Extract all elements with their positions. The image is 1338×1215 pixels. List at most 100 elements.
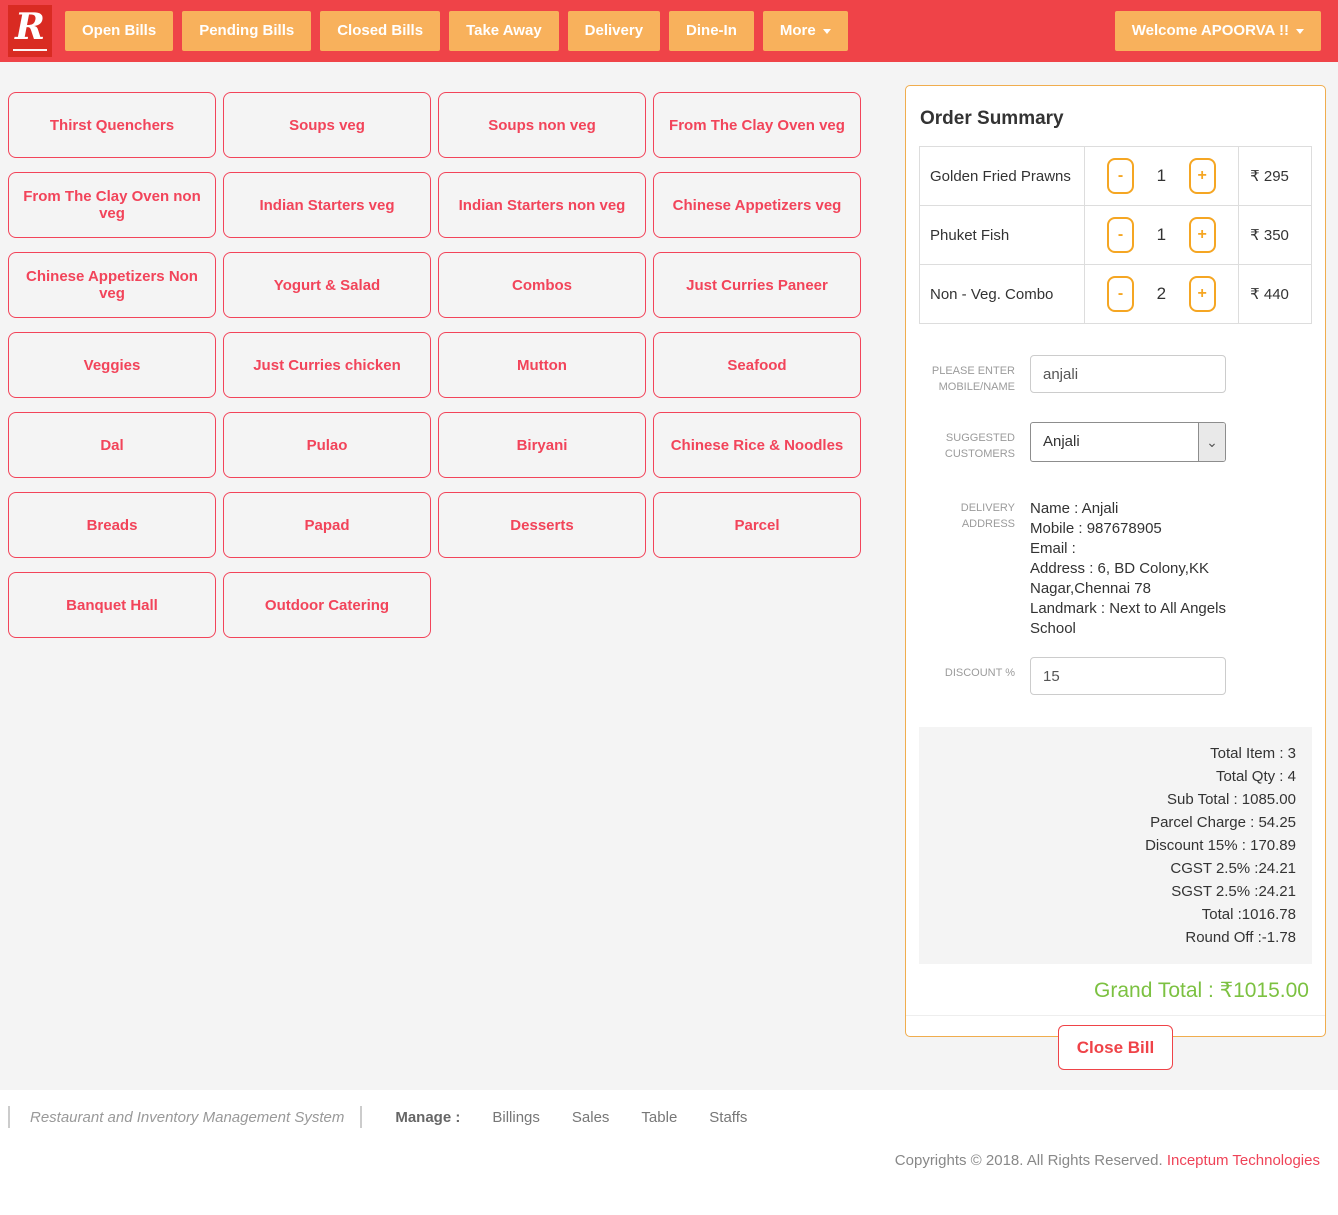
close-bill-button[interactable]: Close Bill xyxy=(1058,1025,1173,1070)
rupee-icon: ₹ xyxy=(1250,286,1260,303)
category-yogurt-salad[interactable]: Yogurt & Salad xyxy=(223,252,431,318)
category-indian-starters-veg[interactable]: Indian Starters veg xyxy=(223,172,431,238)
address-email-line: Email : xyxy=(1030,539,1230,559)
qty-increment-button[interactable]: + xyxy=(1189,276,1216,312)
total-item-line: Total Item : 3 xyxy=(935,742,1296,765)
order-summary-panel: Order Summary Golden Fried Prawns - 1 + … xyxy=(905,85,1326,1037)
item-name: Golden Fried Prawns xyxy=(920,147,1085,206)
item-price: ₹ 350 xyxy=(1239,206,1312,265)
category-chinese-appetizers-non-veg[interactable]: Chinese Appetizers Non veg xyxy=(8,252,216,318)
discount-percent-label: DISCOUNT % xyxy=(920,657,1015,681)
category-just-curries-paneer[interactable]: Just Curries Paneer xyxy=(653,252,861,318)
qty-decrement-button[interactable]: - xyxy=(1107,217,1134,253)
nav-closed-bills-button[interactable]: Closed Bills xyxy=(320,11,440,51)
footer-manage-label: Manage : xyxy=(395,1109,460,1126)
welcome-user-label: Welcome APOORVA !! xyxy=(1132,22,1289,39)
sub-total-line: Sub Total : 1085.00 xyxy=(935,788,1296,811)
chevron-down-icon: ⌄ xyxy=(1198,423,1225,461)
category-pulao[interactable]: Pulao xyxy=(223,412,431,478)
category-desserts[interactable]: Desserts xyxy=(438,492,646,558)
order-item-row: Golden Fried Prawns - 1 + ₹ 295 xyxy=(920,147,1312,206)
footer-brand-text: Restaurant and Inventory Management Syst… xyxy=(30,1109,344,1126)
delivery-address-label: DELIVERY ADDRESS xyxy=(920,492,1015,532)
category-soups-non-veg[interactable]: Soups non veg xyxy=(438,92,646,158)
category-banquet-hall[interactable]: Banquet Hall xyxy=(8,572,216,638)
cgst-line: CGST 2.5% :24.21 xyxy=(935,857,1296,880)
selected-customer-value: Anjali xyxy=(1031,423,1198,461)
caret-down-icon xyxy=(823,29,831,34)
category-mutton[interactable]: Mutton xyxy=(438,332,646,398)
item-price-value: 440 xyxy=(1264,286,1289,303)
order-summary-title: Order Summary xyxy=(906,100,1325,130)
order-form: PLEASE ENTER MOBILE/NAME SUGGESTED CUSTO… xyxy=(906,355,1325,695)
category-parcel[interactable]: Parcel xyxy=(653,492,861,558)
nav-dine-in-button[interactable]: Dine-In xyxy=(669,11,754,51)
footer-link-staffs[interactable]: Staffs xyxy=(709,1109,747,1126)
grand-total: Grand Total : ₹1015.00 xyxy=(906,964,1325,1015)
qty-decrement-button[interactable]: - xyxy=(1107,276,1134,312)
category-chinese-appetizers-veg[interactable]: Chinese Appetizers veg xyxy=(653,172,861,238)
category-grid: Thirst Quenchers Soups veg Soups non veg… xyxy=(8,92,862,638)
rupee-icon: ₹ xyxy=(1250,227,1260,244)
address-name-line: Name : Anjali xyxy=(1030,499,1230,519)
category-combos[interactable]: Combos xyxy=(438,252,646,318)
delivery-address-text: Name : Anjali Mobile : 987678905 Email :… xyxy=(1030,492,1230,639)
item-name: Non - Veg. Combo xyxy=(920,265,1085,324)
discount-percent-input[interactable] xyxy=(1030,657,1226,695)
order-items-table: Golden Fried Prawns - 1 + ₹ 295 Phuket F… xyxy=(919,146,1312,324)
suggested-customers-label: SUGGESTED CUSTOMERS xyxy=(920,422,1015,462)
footer-link-table[interactable]: Table xyxy=(641,1109,677,1126)
order-item-row: Non - Veg. Combo - 2 + ₹ 440 xyxy=(920,265,1312,324)
nav-open-bills-button[interactable]: Open Bills xyxy=(65,11,173,51)
nav-more-dropdown-button[interactable]: More xyxy=(763,11,848,51)
suggested-customers-select[interactable]: Anjali ⌄ xyxy=(1030,422,1226,462)
mobile-name-input[interactable] xyxy=(1030,355,1226,393)
category-thirst-quenchers[interactable]: Thirst Quenchers xyxy=(8,92,216,158)
qty-increment-button[interactable]: + xyxy=(1189,158,1216,194)
nav-pending-bills-button[interactable]: Pending Bills xyxy=(182,11,311,51)
grand-total-label: Grand Total : xyxy=(1094,979,1220,1002)
divider xyxy=(360,1106,362,1128)
order-item-row: Phuket Fish - 1 + ₹ 350 xyxy=(920,206,1312,265)
footer-link-sales[interactable]: Sales xyxy=(572,1109,610,1126)
nav-more-label: More xyxy=(780,22,816,39)
item-price: ₹ 440 xyxy=(1239,265,1312,324)
category-outdoor-catering[interactable]: Outdoor Catering xyxy=(223,572,431,638)
category-breads[interactable]: Breads xyxy=(8,492,216,558)
welcome-user-dropdown-button[interactable]: Welcome APOORVA !! xyxy=(1115,11,1321,51)
footer-link-billings[interactable]: Billings xyxy=(492,1109,540,1126)
nav-delivery-button[interactable]: Delivery xyxy=(568,11,660,51)
item-quantity: 1 xyxy=(1157,166,1166,186)
address-mobile-line: Mobile : 987678905 xyxy=(1030,519,1230,539)
logo-subtext-line xyxy=(13,49,47,51)
category-from-the-clay-oven-non-veg[interactable]: From The Clay Oven non veg xyxy=(8,172,216,238)
mobile-name-label: PLEASE ENTER MOBILE/NAME xyxy=(920,355,1015,395)
navbar: R Open Bills Pending Bills Closed Bills … xyxy=(0,0,1338,62)
category-soups-veg[interactable]: Soups veg xyxy=(223,92,431,158)
item-price-value: 350 xyxy=(1264,227,1289,244)
divider xyxy=(8,1106,10,1128)
category-chinese-rice-noodles[interactable]: Chinese Rice & Noodles xyxy=(653,412,861,478)
category-indian-starters-non-veg[interactable]: Indian Starters non veg xyxy=(438,172,646,238)
app-logo[interactable]: R xyxy=(8,5,52,57)
sgst-line: SGST 2.5% :24.21 xyxy=(935,880,1296,903)
qty-decrement-button[interactable]: - xyxy=(1107,158,1134,194)
category-veggies[interactable]: Veggies xyxy=(8,332,216,398)
address-street-line: Address : 6, BD Colony,KK Nagar,Chennai … xyxy=(1030,559,1230,599)
parcel-charge-line: Parcel Charge : 54.25 xyxy=(935,811,1296,834)
category-papad[interactable]: Papad xyxy=(223,492,431,558)
category-seafood[interactable]: Seafood xyxy=(653,332,861,398)
category-biryani[interactable]: Biryani xyxy=(438,412,646,478)
item-quantity: 1 xyxy=(1157,225,1166,245)
address-landmark-line: Landmark : Next to All Angels School xyxy=(1030,599,1230,639)
bill-totals-box: Total Item : 3 Total Qty : 4 Sub Total :… xyxy=(919,727,1312,964)
qty-increment-button[interactable]: + xyxy=(1189,217,1216,253)
copyright-text: Copyrights © 2018. All Rights Reserved. xyxy=(895,1152,1163,1169)
item-quantity: 2 xyxy=(1157,284,1166,304)
category-dal[interactable]: Dal xyxy=(8,412,216,478)
category-just-curries-chicken[interactable]: Just Curries chicken xyxy=(223,332,431,398)
total-line: Total :1016.78 xyxy=(935,903,1296,926)
nav-take-away-button[interactable]: Take Away xyxy=(449,11,559,51)
inceptum-technologies-link[interactable]: Inceptum Technologies xyxy=(1167,1152,1320,1169)
category-from-the-clay-oven-veg[interactable]: From The Clay Oven veg xyxy=(653,92,861,158)
